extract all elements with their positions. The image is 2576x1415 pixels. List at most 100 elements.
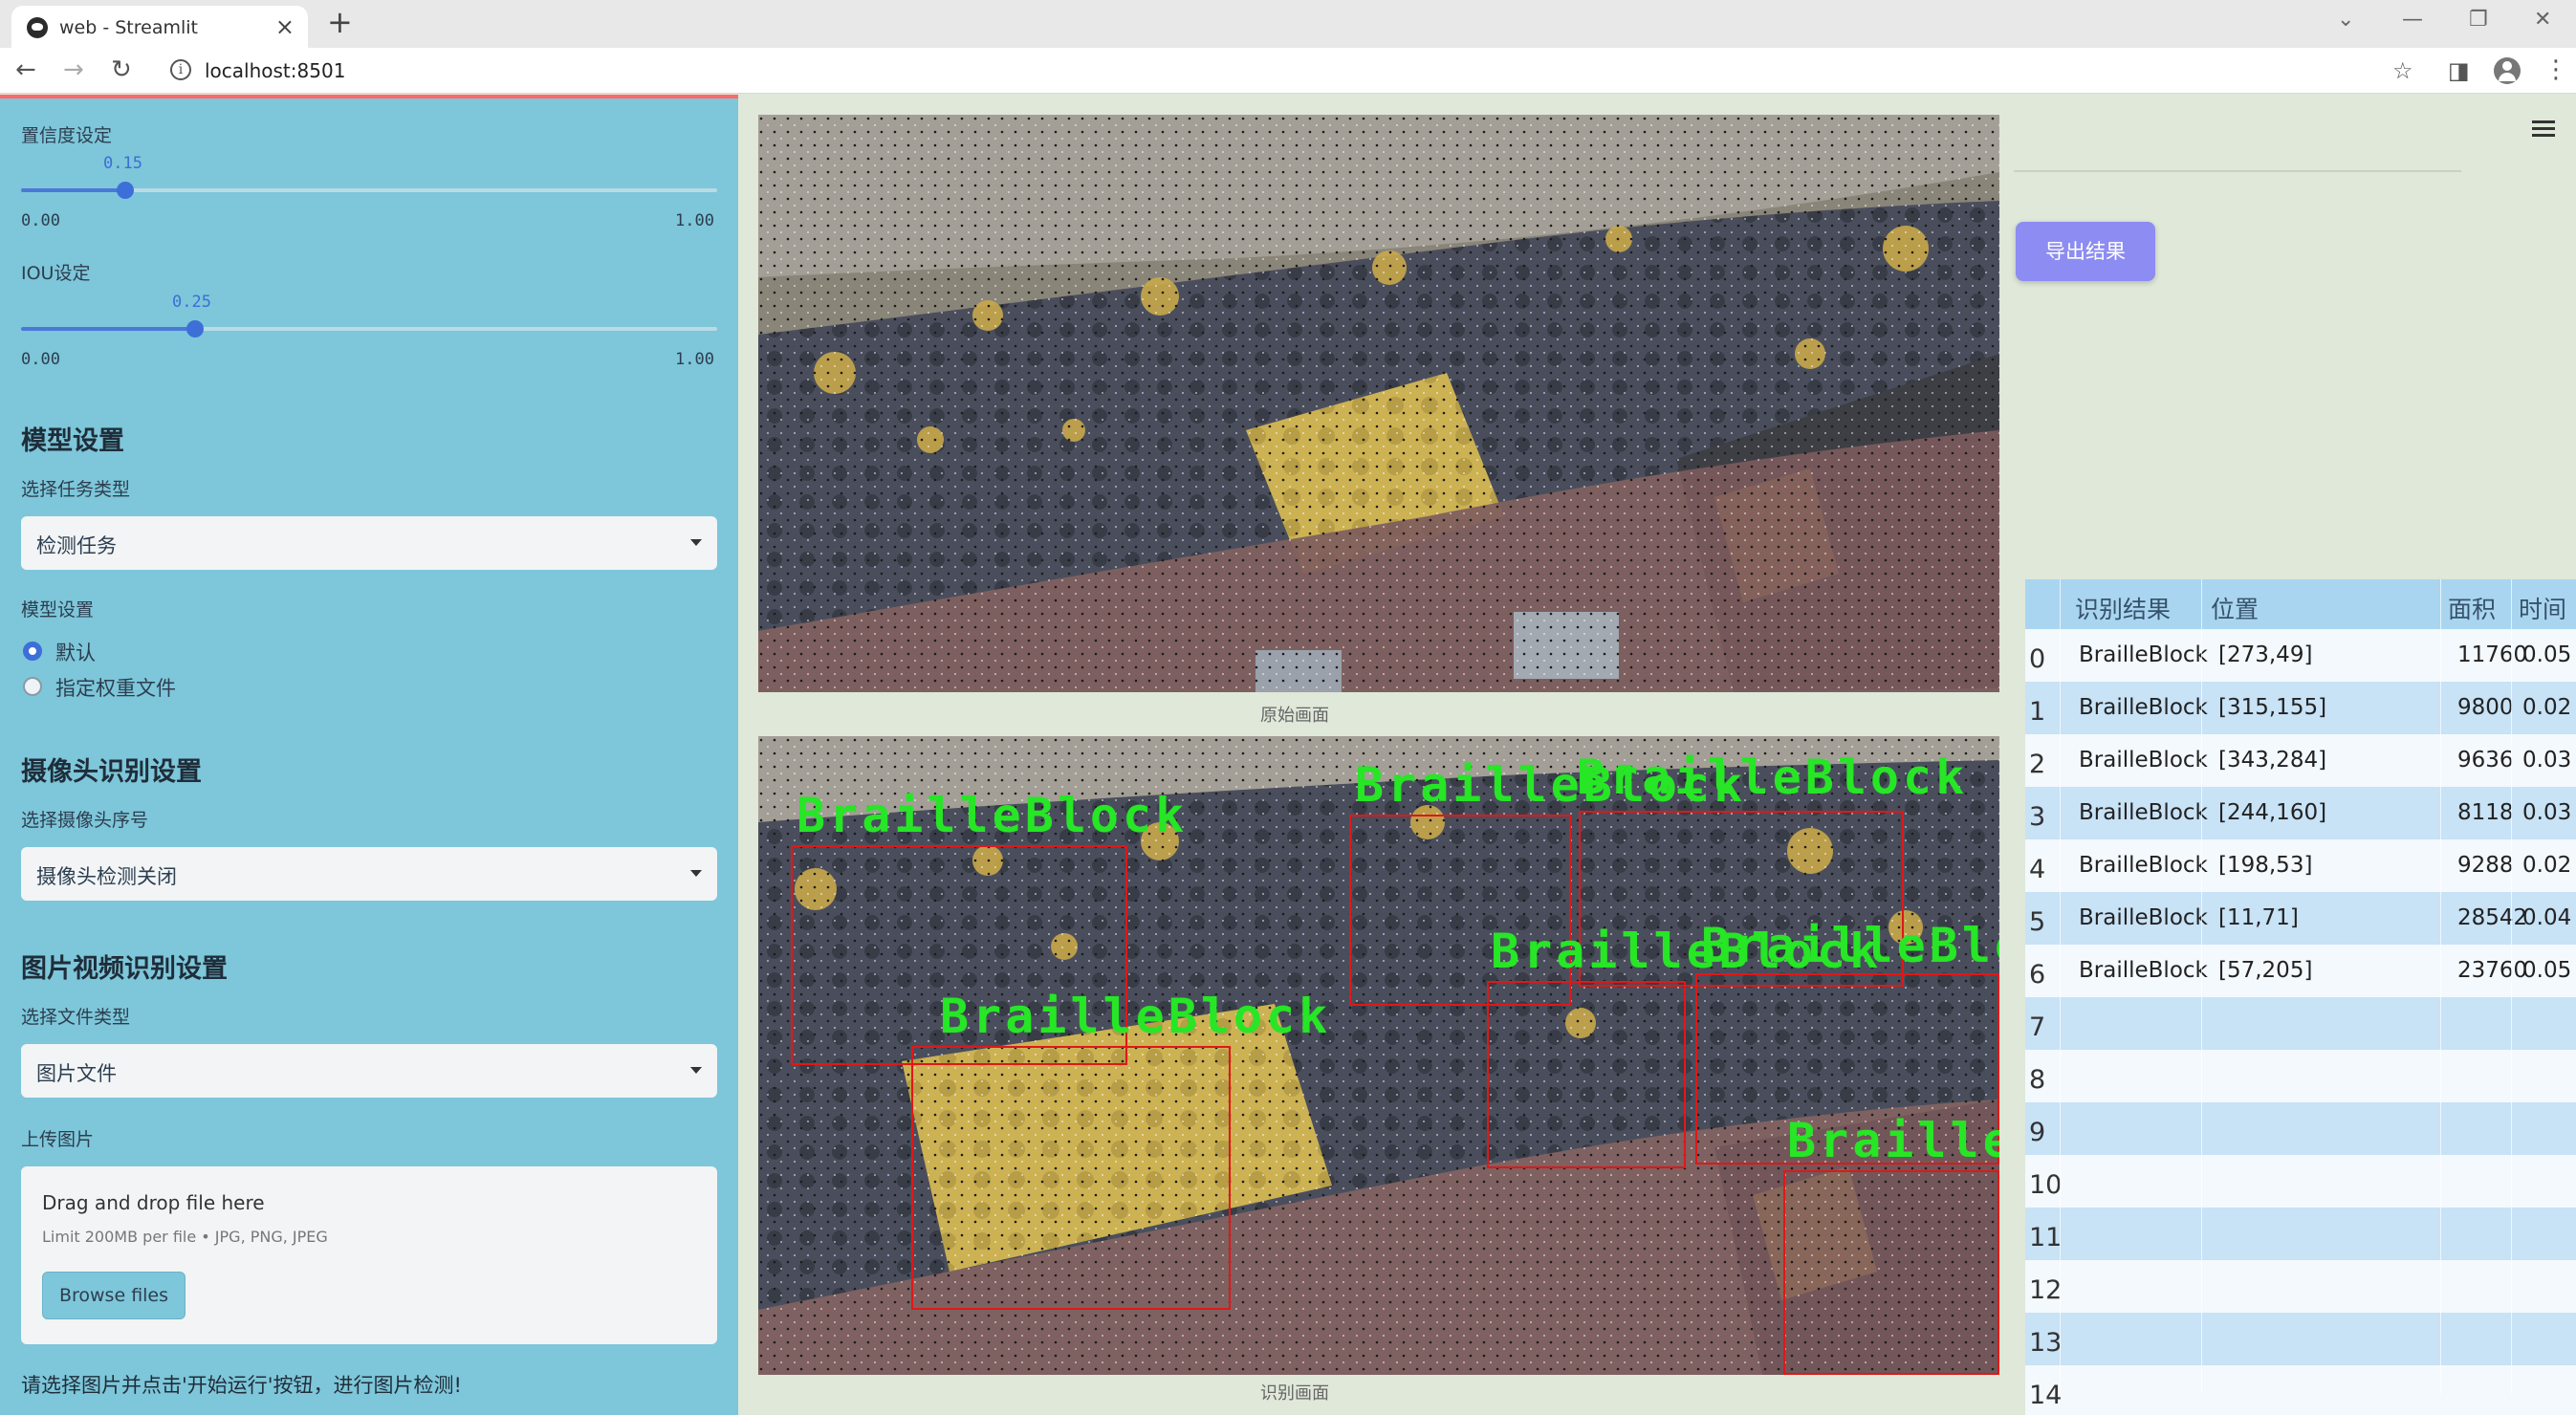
column-header-position[interactable]: 位置 (2211, 591, 2259, 625)
file-type-value: 图片文件 (36, 1062, 117, 1085)
tab-search-chevron-icon[interactable]: ⌄ (2337, 8, 2354, 32)
table-row[interactable]: 1 BrailleBlock [315,155] 9800 0.02 (2025, 682, 2576, 734)
table-row[interactable]: 3 BrailleBlock [244,160] 8118 0.03 (2025, 787, 2576, 839)
cell-time: 0.02 (2522, 853, 2572, 878)
confidence-slider-thumb[interactable] (117, 182, 135, 199)
minimize-icon[interactable]: — (2402, 8, 2423, 32)
cell-class: BrailleBlock (2079, 958, 2208, 983)
iou-min: 0.00 (21, 350, 60, 369)
confidence-label: 置信度设定 (21, 125, 113, 146)
row-index: 4 (2029, 855, 2046, 884)
radio-selected-icon (23, 642, 42, 661)
cell-position: [11,71] (2218, 905, 2299, 930)
dropzone-title: Drag and drop file here (42, 1191, 265, 1214)
url-field[interactable]: localhost:8501 (205, 59, 345, 82)
camera-section-title: 摄像头识别设置 (21, 757, 202, 787)
profile-avatar-icon[interactable] (2494, 57, 2521, 84)
cell-position: [343,284] (2218, 748, 2327, 773)
dropzone-limit: Limit 200MB per file • JPG, PNG, JPEG (42, 1228, 328, 1246)
iou-label: IOU设定 (21, 263, 91, 284)
close-tab-icon[interactable]: × (275, 13, 295, 40)
row-index: 2 (2029, 750, 2046, 779)
browser-tab-bar: web - Streamlit × + ⌄ — ❐ ✕ (0, 0, 2576, 48)
back-icon[interactable]: ← (15, 55, 36, 84)
forward-icon[interactable]: → (63, 55, 84, 84)
row-index: 13 (2029, 1328, 2063, 1358)
cell-class: BrailleBlock (2079, 800, 2208, 825)
iou-slider-thumb[interactable] (186, 320, 204, 337)
table-row[interactable]: 11 (2025, 1208, 2576, 1260)
row-index: 7 (2029, 1012, 2046, 1042)
iou-slider[interactable] (21, 320, 717, 337)
table-row[interactable]: 5 BrailleBlock [11,71] 28542 0.04 (2025, 892, 2576, 945)
divider (2014, 170, 2461, 172)
cell-area: 28542 (2457, 905, 2528, 930)
detection-label: BrailleBlock (1577, 750, 1969, 805)
row-index: 14 (2029, 1381, 2063, 1410)
row-index: 0 (2029, 644, 2046, 674)
cell-area: 8118 (2457, 800, 2514, 825)
original-image-caption: 原始画面 (1260, 706, 1329, 726)
chevron-down-icon (690, 1067, 702, 1074)
bookmark-star-icon[interactable]: ☆ (2392, 57, 2413, 84)
row-index: 8 (2029, 1065, 2046, 1095)
model-settings-label: 模型设置 (21, 599, 95, 620)
table-row[interactable]: 0 BrailleBlock [273,49] 11760 0.05 (2025, 629, 2576, 682)
column-divider (2060, 579, 2061, 1394)
result-image: BrailleBlock BrailleBlock BrailleBlock B… (758, 736, 1999, 1375)
detection-label: BrailleBlock (797, 788, 1189, 843)
confidence-slider[interactable] (21, 182, 717, 199)
result-image-caption: 识别画面 (1260, 1383, 1329, 1404)
camera-index-label: 选择摄像头序号 (21, 810, 149, 831)
new-tab-icon[interactable]: + (327, 4, 353, 40)
browser-tab[interactable]: web - Streamlit × (11, 6, 308, 48)
detection-label: BrailleBlock (1701, 918, 1999, 973)
export-results-button[interactable]: 导出结果 (2016, 222, 2155, 281)
table-row[interactable]: 10 (2025, 1155, 2576, 1208)
reload-icon[interactable]: ↻ (111, 55, 132, 84)
camera-select[interactable]: 摄像头检测关闭 (21, 847, 717, 901)
cell-class: BrailleBlock (2079, 905, 2208, 930)
table-row[interactable]: 6 BrailleBlock [57,205] 23760 0.05 (2025, 945, 2576, 997)
table-row[interactable]: 4 BrailleBlock [198,53] 9288 0.02 (2025, 839, 2576, 892)
row-index: 10 (2029, 1170, 2063, 1200)
browse-files-button[interactable]: Browse files (42, 1272, 186, 1319)
radio-default-label: 默认 (55, 642, 96, 664)
tab-title: web - Streamlit (59, 17, 198, 38)
hamburger-menu-icon[interactable] (2532, 120, 2555, 138)
cell-class: BrailleBlock (2079, 695, 2208, 720)
column-header-class[interactable]: 识别结果 (2075, 591, 2171, 625)
table-row[interactable]: 14 (2025, 1365, 2576, 1415)
file-type-label: 选择文件类型 (21, 1007, 131, 1028)
model-section-title: 模型设置 (21, 426, 124, 456)
row-index: 5 (2029, 907, 2046, 937)
table-row[interactable]: 8 (2025, 1050, 2576, 1102)
cell-position: [315,155] (2218, 695, 2327, 720)
site-info-icon[interactable]: i (170, 59, 191, 80)
cell-position: [198,53] (2218, 853, 2313, 878)
task-type-select[interactable]: 检测任务 (21, 516, 717, 570)
confidence-min: 0.00 (21, 211, 60, 230)
detection-label: BrailleBlock (1787, 1113, 1999, 1168)
table-row[interactable]: 13 (2025, 1313, 2576, 1365)
close-window-icon[interactable]: ✕ (2534, 8, 2551, 32)
task-type-value: 检测任务 (36, 534, 117, 557)
row-index: 3 (2029, 802, 2046, 832)
column-divider (2440, 579, 2441, 1394)
table-row[interactable]: 9 (2025, 1102, 2576, 1155)
file-type-select[interactable]: 图片文件 (21, 1044, 717, 1098)
side-panel-icon[interactable]: ◨ (2448, 57, 2470, 84)
cell-class: BrailleBlock (2079, 853, 2208, 878)
table-row[interactable]: 12 (2025, 1260, 2576, 1313)
cell-position: [57,205] (2218, 958, 2313, 983)
column-header-time[interactable]: 时间 (2519, 591, 2566, 625)
table-row[interactable]: 7 (2025, 997, 2576, 1050)
file-dropzone[interactable]: Drag and drop file here Limit 200MB per … (21, 1166, 717, 1344)
table-header: 识别结果 位置 面积 时间 (2025, 579, 2576, 629)
browser-menu-icon[interactable]: ⋮ (2543, 55, 2568, 84)
restore-icon[interactable]: ❐ (2469, 8, 2488, 32)
table-row[interactable]: 2 BrailleBlock [343,284] 9636 0.03 (2025, 734, 2576, 787)
camera-value: 摄像头检测关闭 (36, 865, 177, 888)
column-header-area[interactable]: 面积 (2448, 591, 2496, 625)
cell-class: BrailleBlock (2079, 642, 2208, 667)
